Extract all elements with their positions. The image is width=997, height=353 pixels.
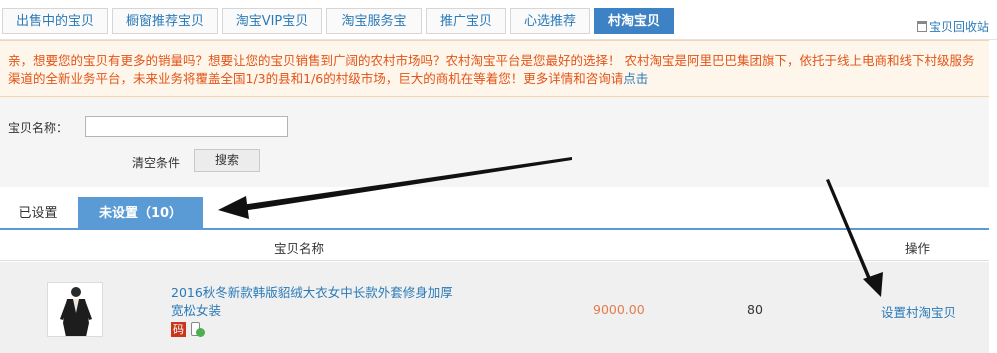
sub-tab-bar: 已设置 未设置（10） — [0, 187, 989, 230]
mobile-verified-icon — [190, 322, 205, 337]
notice-click-link[interactable]: 点击 — [623, 71, 648, 86]
product-thumbnail[interactable] — [47, 282, 103, 337]
table-row: 2016秋冬新款韩版貂绒大衣女中长款外套修身加厚宽松女装 码 9000.00 8… — [0, 262, 989, 353]
notice-banner: 亲，想要您的宝贝有更多的销量吗？想要让您的宝贝销售到广阔的农村市场吗？农村淘宝平… — [0, 40, 989, 97]
tab-window-recommend[interactable]: 橱窗推荐宝贝 — [112, 8, 218, 34]
product-image-icon — [48, 283, 102, 336]
notice-text: 亲，想要您的宝贝有更多的销量吗？想要让您的宝贝销售到广阔的农村市场吗？农村淘宝平… — [8, 53, 975, 86]
trash-icon — [916, 21, 927, 32]
product-title-link[interactable]: 2016秋冬新款韩版貂绒大衣女中长款外套修身加厚宽松女装 — [171, 284, 461, 320]
barcode-badge-icon: 码 — [171, 322, 186, 337]
set-village-item-link[interactable]: 设置村淘宝贝 — [881, 302, 956, 321]
tab-heart-select[interactable]: 心选推荐 — [510, 8, 590, 34]
search-panel: 宝贝名称： 清空条件 搜索 — [0, 97, 989, 187]
product-price: 9000.00 — [593, 302, 645, 317]
tab-on-sale[interactable]: 出售中的宝贝 — [2, 8, 108, 34]
header-operation: 操作 — [905, 241, 931, 256]
tab-configured[interactable]: 已设置 — [0, 197, 76, 230]
tab-service[interactable]: 淘宝服务宝 — [326, 8, 422, 34]
tab-village[interactable]: 村淘宝贝 — [594, 8, 674, 34]
top-tab-bar: 出售中的宝贝 橱窗推荐宝贝 淘宝VIP宝贝 淘宝服务宝 推广宝贝 心选推荐 村淘… — [0, 0, 997, 40]
clear-conditions-link[interactable]: 清空条件 — [132, 154, 180, 171]
table-header: 宝贝名称 价格 库存 操作 — [0, 230, 989, 288]
search-button[interactable]: 搜索 — [194, 149, 260, 172]
tab-unconfigured[interactable]: 未设置（10） — [78, 197, 203, 230]
item-name-label: 宝贝名称： — [8, 121, 69, 135]
tab-promote[interactable]: 推广宝贝 — [426, 8, 506, 34]
product-badges: 码 — [171, 322, 205, 337]
header-item-name: 宝贝名称 — [274, 241, 325, 256]
product-stock: 80 — [747, 302, 763, 317]
item-name-input[interactable] — [85, 116, 288, 137]
tab-vip[interactable]: 淘宝VIP宝贝 — [222, 8, 322, 34]
recycle-bin-label: 宝贝回收站 — [928, 20, 989, 34]
recycle-bin-link[interactable]: 宝贝回收站 — [916, 18, 989, 35]
